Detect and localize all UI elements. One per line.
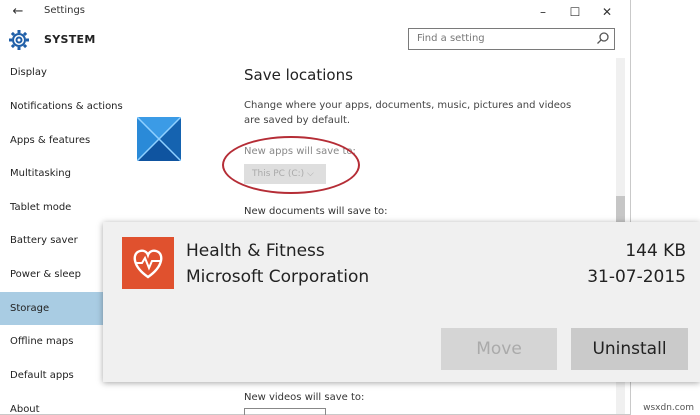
sidebar-item-power-sleep[interactable]: Power & sleep: [0, 258, 104, 291]
windows-logo: [137, 117, 181, 161]
sidebar-item-storage[interactable]: Storage: [0, 292, 104, 325]
sidebar-item-offline-maps[interactable]: Offline maps: [0, 325, 104, 358]
sidebar-item-multitasking[interactable]: Multitasking: [0, 157, 104, 190]
new-videos-label: New videos will save to:: [244, 392, 365, 403]
sidebar-item-default-apps[interactable]: Default apps: [0, 359, 104, 392]
app-tile: [122, 237, 174, 289]
close-button[interactable]: ✕: [594, 1, 620, 23]
sidebar-item-display[interactable]: Display: [0, 56, 104, 89]
search-placeholder: Find a setting: [417, 33, 485, 44]
uninstall-button[interactable]: Uninstall: [571, 328, 688, 370]
settings-header: SYSTEM Find a setting: [0, 24, 631, 56]
minimize-button[interactable]: –: [530, 1, 556, 23]
save-locations-description: Change where your apps, documents, music…: [244, 100, 572, 126]
save-locations-title: Save locations: [244, 66, 353, 84]
app-size: 144 KB: [625, 241, 686, 261]
back-arrow-icon[interactable]: ←: [8, 2, 28, 22]
sidebar-item-tablet-mode[interactable]: Tablet mode: [0, 191, 104, 224]
app-publisher: Microsoft Corporation: [186, 267, 370, 287]
sidebar-item-battery-saver[interactable]: Battery saver: [0, 224, 104, 257]
app-name: Health & Fitness: [186, 241, 325, 261]
section-heading: SYSTEM: [44, 33, 96, 46]
watermark: wsxdn.com: [643, 403, 694, 413]
sidebar: Display Notifications & actions Apps & f…: [0, 56, 123, 415]
window-title: Settings: [44, 5, 86, 16]
new-videos-dropdown[interactable]: [244, 408, 326, 415]
maximize-button[interactable]: ☐: [562, 1, 588, 23]
windows-logo-icon: [137, 117, 181, 161]
app-install-date: 31-07-2015: [587, 267, 686, 287]
sidebar-item-notifications[interactable]: Notifications & actions: [0, 90, 123, 123]
new-documents-label: New documents will save to:: [244, 206, 388, 217]
title-bar: ← Settings – ☐ ✕: [0, 0, 631, 24]
heart-pulse-icon: [133, 249, 163, 279]
highlight-circle: [222, 136, 360, 194]
sidebar-item-apps-features[interactable]: Apps & features: [0, 124, 104, 157]
move-button[interactable]: Move: [441, 328, 557, 370]
search-icon[interactable]: [596, 31, 610, 45]
app-detail-panel: Health & Fitness Microsoft Corporation 1…: [103, 222, 700, 382]
sidebar-item-about[interactable]: About: [0, 393, 104, 415]
gear-icon: [9, 30, 29, 50]
search-input[interactable]: Find a setting: [408, 28, 615, 50]
